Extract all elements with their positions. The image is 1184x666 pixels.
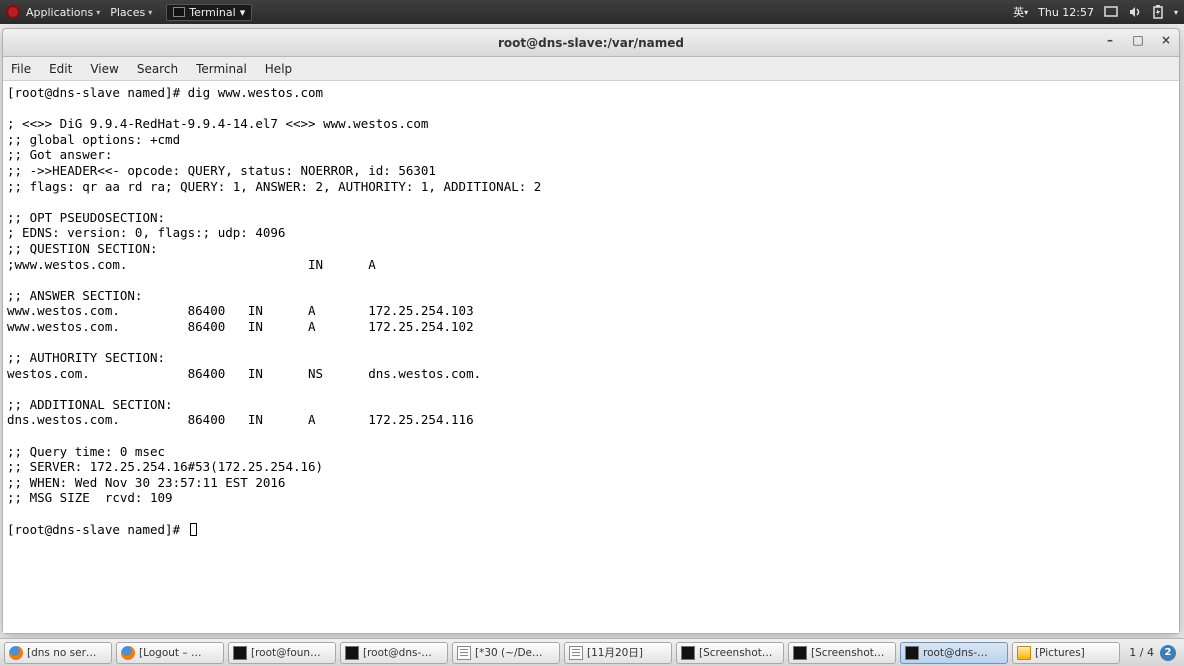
terminal-menubar: File Edit View Search Terminal Help bbox=[3, 57, 1179, 81]
menu-edit[interactable]: Edit bbox=[49, 62, 72, 76]
terminal-icon bbox=[345, 646, 359, 660]
folder-icon bbox=[1017, 646, 1031, 660]
task-button-8[interactable]: root@dns-… bbox=[900, 642, 1008, 664]
task-button-4[interactable]: [*30 (~/De… bbox=[452, 642, 560, 664]
volume-icon[interactable] bbox=[1128, 6, 1142, 18]
task-label: [root@foun… bbox=[251, 647, 321, 659]
minimize-button[interactable]: – bbox=[1103, 33, 1117, 47]
workspace-indicator[interactable]: 1 / 4 bbox=[1129, 646, 1154, 659]
gnome-top-panel: Applications▾ Places▾ Terminal ▾ 英 ▾ Thu… bbox=[0, 0, 1184, 24]
menu-file[interactable]: File bbox=[11, 62, 31, 76]
panel-task-terminal[interactable]: Terminal ▾ bbox=[166, 4, 252, 21]
user-menu-arrow[interactable]: ▾ bbox=[1174, 8, 1178, 17]
task-label: root@dns-… bbox=[923, 647, 988, 659]
task-label: [dns no ser… bbox=[27, 647, 96, 659]
close-button[interactable]: × bbox=[1159, 33, 1173, 47]
task-button-2[interactable]: [root@foun… bbox=[228, 642, 336, 664]
terminal-icon bbox=[173, 7, 185, 17]
notification-badge[interactable]: 2 bbox=[1160, 645, 1176, 661]
task-label: [*30 (~/De… bbox=[475, 647, 543, 659]
system-tray: 英 ▾ Thu 12:57 ▾ bbox=[1013, 4, 1178, 20]
task-label: [Screenshot… bbox=[699, 647, 772, 659]
places-menu[interactable]: Places▾ bbox=[110, 6, 152, 19]
bottom-taskbar: [dns no ser… [Logout – … [root@foun… [ro… bbox=[0, 638, 1184, 666]
screen-icon[interactable] bbox=[1104, 6, 1118, 18]
menu-terminal[interactable]: Terminal bbox=[196, 62, 247, 76]
task-label: [Logout – … bbox=[139, 647, 201, 659]
task-label: [11月20日] bbox=[587, 645, 643, 660]
panel-task-label: Terminal bbox=[189, 6, 236, 19]
firefox-icon bbox=[121, 646, 135, 660]
task-button-3[interactable]: [root@dns-… bbox=[340, 642, 448, 664]
menu-view[interactable]: View bbox=[90, 62, 118, 76]
ime-indicator[interactable]: 英 ▾ bbox=[1013, 4, 1028, 20]
task-button-1[interactable]: [Logout – … bbox=[116, 642, 224, 664]
terminal-icon bbox=[793, 646, 807, 660]
task-button-9[interactable]: [Pictures] bbox=[1012, 642, 1120, 664]
task-label: [Pictures] bbox=[1035, 647, 1085, 659]
document-icon bbox=[569, 646, 583, 660]
distro-logo-icon bbox=[6, 5, 20, 19]
task-button-6[interactable]: [Screenshot… bbox=[676, 642, 784, 664]
window-title: root@dns-slave:/var/named bbox=[498, 36, 684, 50]
terminal-icon bbox=[905, 646, 919, 660]
menu-search[interactable]: Search bbox=[137, 62, 178, 76]
terminal-icon bbox=[233, 646, 247, 660]
terminal-output[interactable]: [root@dns-slave named]# dig www.westos.c… bbox=[3, 81, 1179, 633]
menu-help[interactable]: Help bbox=[265, 62, 292, 76]
clock[interactable]: Thu 12:57 bbox=[1038, 6, 1094, 19]
task-label: [Screenshot… bbox=[811, 647, 884, 659]
terminal-cursor bbox=[190, 523, 197, 536]
firefox-icon bbox=[9, 646, 23, 660]
battery-icon[interactable] bbox=[1152, 5, 1164, 19]
maximize-button[interactable]: □ bbox=[1131, 33, 1145, 47]
document-icon bbox=[457, 646, 471, 660]
task-button-7[interactable]: [Screenshot… bbox=[788, 642, 896, 664]
window-titlebar[interactable]: root@dns-slave:/var/named – □ × bbox=[3, 29, 1179, 57]
terminal-icon bbox=[681, 646, 695, 660]
task-button-0[interactable]: [dns no ser… bbox=[4, 642, 112, 664]
task-label: [root@dns-… bbox=[363, 647, 432, 659]
applications-menu[interactable]: Applications▾ bbox=[26, 6, 100, 19]
task-button-5[interactable]: [11月20日] bbox=[564, 642, 672, 664]
terminal-window: root@dns-slave:/var/named – □ × File Edi… bbox=[2, 28, 1180, 634]
